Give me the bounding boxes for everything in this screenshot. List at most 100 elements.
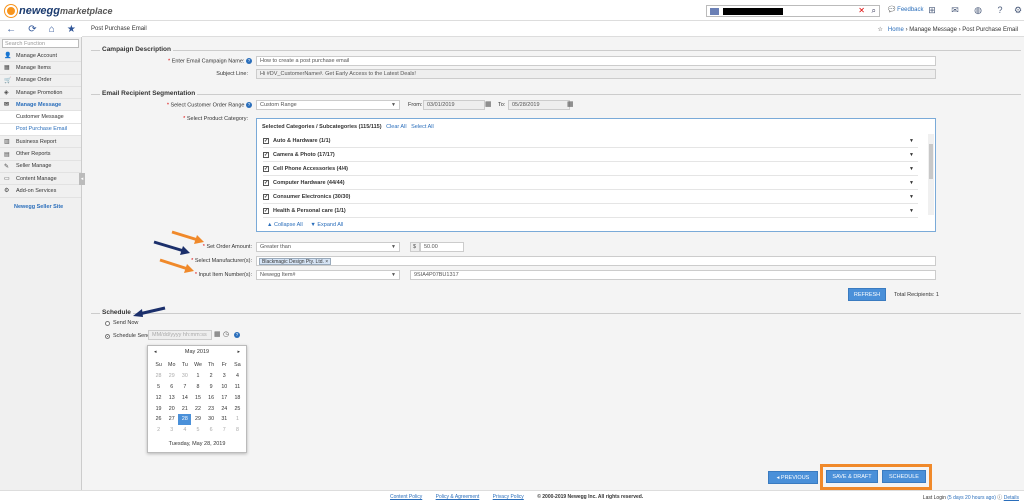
calendar-day[interactable]: 2 xyxy=(205,371,218,382)
gear-icon[interactable]: ⚙ xyxy=(1012,4,1024,16)
next-month-icon[interactable]: ▸ xyxy=(237,349,240,355)
category-scrollbar[interactable] xyxy=(928,134,934,215)
mail-icon[interactable]: ✉ xyxy=(949,4,961,16)
calendar-day[interactable]: 6 xyxy=(205,425,218,436)
calendar-icon[interactable]: ▦ xyxy=(567,100,574,108)
calendar-day[interactable]: 8 xyxy=(231,425,244,436)
calendar-day[interactable]: 13 xyxy=(165,392,178,403)
calendar-day[interactable]: 5 xyxy=(152,382,165,393)
sitemap-icon[interactable]: ⊞ xyxy=(926,4,938,16)
calendar-day[interactable]: 31 xyxy=(218,414,231,425)
seller-site-link[interactable]: Newegg Seller Site xyxy=(0,198,81,210)
breadcrumb-manage-message[interactable]: Manage Message xyxy=(909,27,957,33)
calendar-icon[interactable]: ▦ xyxy=(485,100,492,108)
sidebar-item-business-report[interactable]: ▥ Business Report xyxy=(0,136,81,149)
save-draft-button[interactable]: SAVE & DRAFT xyxy=(826,470,878,483)
category-row[interactable]: ✓ Auto & Hardware (1/1) ▼ xyxy=(263,135,918,148)
sidebar-item-add-on-services[interactable]: ⚙ Add-on Services xyxy=(0,185,81,198)
sidebar-item-manage-items[interactable]: ▦ Manage Items xyxy=(0,62,81,75)
sidebar-item-manage-order[interactable]: 🛒 Manage Order xyxy=(0,75,81,87)
calendar-day[interactable]: 12 xyxy=(152,392,165,403)
sidebar-item-post-purchase-email[interactable]: Post Purchase Email xyxy=(0,123,81,137)
item-number-input[interactable]: 9SIA4P07BU1317 xyxy=(410,270,936,280)
content-policy-link[interactable]: Content Policy xyxy=(390,494,422,500)
calendar-day[interactable]: 2 xyxy=(152,425,165,436)
category-row[interactable]: ✓ Computer Hardware (44/44) ▼ xyxy=(263,177,918,190)
calendar-day[interactable]: 7 xyxy=(218,425,231,436)
category-row[interactable]: ✓ Cell Phone Accessories (4/4) ▼ xyxy=(263,163,918,176)
calendar-day[interactable]: 1 xyxy=(191,371,204,382)
category-row[interactable]: ✓ Camera & Photo (17/17) ▼ xyxy=(263,149,918,162)
calendar-today[interactable]: Tuesday, May 28, 2019 xyxy=(148,441,246,447)
calendar-day[interactable]: 29 xyxy=(165,371,178,382)
sidebar-item-content-manage[interactable]: ▭ Content Manage xyxy=(0,173,81,186)
calendar-day[interactable]: 24 xyxy=(218,403,231,414)
star-icon[interactable]: ☆ xyxy=(877,27,882,33)
checkbox-checked-icon[interactable]: ✓ xyxy=(263,138,269,144)
privacy-policy-link[interactable]: Privacy Policy xyxy=(493,494,524,500)
chevron-down-icon[interactable]: ▼ xyxy=(909,208,914,214)
item-type-select[interactable]: Newegg Item# ▼ xyxy=(256,270,400,280)
calendar-day[interactable]: 20 xyxy=(165,403,178,414)
schedule-datetime-input[interactable]: MM/dd/yyyy hh:mm:ss xyxy=(148,330,212,340)
calendar-day[interactable]: 16 xyxy=(205,392,218,403)
sidebar-item-other-reports[interactable]: ▤ Other Reports xyxy=(0,148,81,161)
previous-button[interactable]: ◂ PREVIOUS xyxy=(768,471,818,484)
calendar-day[interactable]: 17 xyxy=(218,392,231,403)
select-all-link[interactable]: Select All xyxy=(411,124,434,130)
calendar-day[interactable]: 18 xyxy=(231,392,244,403)
calendar-day[interactable]: 26 xyxy=(152,414,165,425)
refresh-button[interactable]: REFRESH xyxy=(848,288,886,301)
calendar-day[interactable]: 3 xyxy=(218,371,231,382)
order-amount-operator-select[interactable]: Greater than ▼ xyxy=(256,242,400,252)
details-link[interactable]: Details xyxy=(1004,495,1019,501)
radio-icon[interactable] xyxy=(105,320,110,326)
calendar-icon[interactable]: ▦ xyxy=(214,330,221,338)
calendar-day[interactable]: 11 xyxy=(231,382,244,393)
order-range-select[interactable]: Custom Range ▼ xyxy=(256,100,400,110)
calendar-day-selected[interactable]: 28 xyxy=(178,413,192,425)
manufacturer-input[interactable]: Blackmagic Design Pty. Ltd. × xyxy=(256,256,936,266)
newegg-logo[interactable]: newegg marketplace xyxy=(5,3,113,18)
globe-icon[interactable]: ◍ xyxy=(972,4,984,16)
chevron-down-icon[interactable]: ▼ xyxy=(909,166,914,172)
chevron-down-icon[interactable]: ▼ xyxy=(909,194,914,200)
calendar-day[interactable]: 25 xyxy=(231,403,244,414)
sidebar-item-manage-promotion[interactable]: ◈ Manage Promotion xyxy=(0,87,81,100)
calendar-day[interactable]: 9 xyxy=(205,382,218,393)
category-row[interactable]: ✓ Consumer Electronics (30/30) ▼ xyxy=(263,191,918,204)
calendar-day[interactable]: 1 xyxy=(231,414,244,425)
campaign-name-input[interactable]: How to create a post purchase email xyxy=(256,56,936,66)
sidebar-item-manage-account[interactable]: 👤 Manage Account xyxy=(0,50,81,63)
clear-all-link[interactable]: Clear All xyxy=(386,124,406,130)
checkbox-checked-icon[interactable]: ✓ xyxy=(263,152,269,158)
sidebar-item-customer-message[interactable]: Customer Message xyxy=(0,111,81,124)
breadcrumb-home[interactable]: Home xyxy=(888,27,904,33)
calendar-day[interactable]: 4 xyxy=(178,425,191,436)
sidebar-item-seller-manage[interactable]: ✎ Seller Manage xyxy=(0,161,81,173)
subject-line-input[interactable]: Hi #DV_CustomerName#. Get Early Access t… xyxy=(256,69,936,79)
calendar-day[interactable]: 21 xyxy=(178,403,191,414)
calendar-day[interactable]: 19 xyxy=(152,403,165,414)
to-date-input[interactable]: 05/28/2019 xyxy=(508,100,570,110)
from-date-input[interactable]: 03/01/2019 xyxy=(423,100,485,110)
help-icon[interactable]: ? xyxy=(246,58,252,64)
chevron-down-icon[interactable]: ▼ xyxy=(909,138,914,144)
calendar-day[interactable]: 4 xyxy=(231,371,244,382)
chevron-down-icon[interactable]: ▼ xyxy=(909,152,914,158)
chevron-down-icon[interactable]: ▼ xyxy=(909,180,914,186)
calendar-day[interactable]: 23 xyxy=(205,403,218,414)
help-icon[interactable]: ? xyxy=(246,102,252,108)
calendar-day[interactable]: 3 xyxy=(165,425,178,436)
policy-agreement-link[interactable]: Policy & Agreement xyxy=(436,494,480,500)
calendar-day[interactable]: 15 xyxy=(191,392,204,403)
manufacturer-tag[interactable]: Blackmagic Design Pty. Ltd. × xyxy=(259,258,332,265)
calendar-day[interactable]: 27 xyxy=(165,414,178,425)
calendar-day[interactable]: 14 xyxy=(178,392,191,403)
sidebar-collapse-handle[interactable]: ◂ xyxy=(79,173,85,185)
scrollbar-thumb[interactable] xyxy=(929,144,933,179)
global-search[interactable]: ✕ ⌕ xyxy=(706,5,880,17)
search-icon[interactable]: ⌕ xyxy=(872,6,876,16)
calendar-day[interactable]: 22 xyxy=(191,403,204,414)
calendar-day[interactable]: 5 xyxy=(191,425,204,436)
